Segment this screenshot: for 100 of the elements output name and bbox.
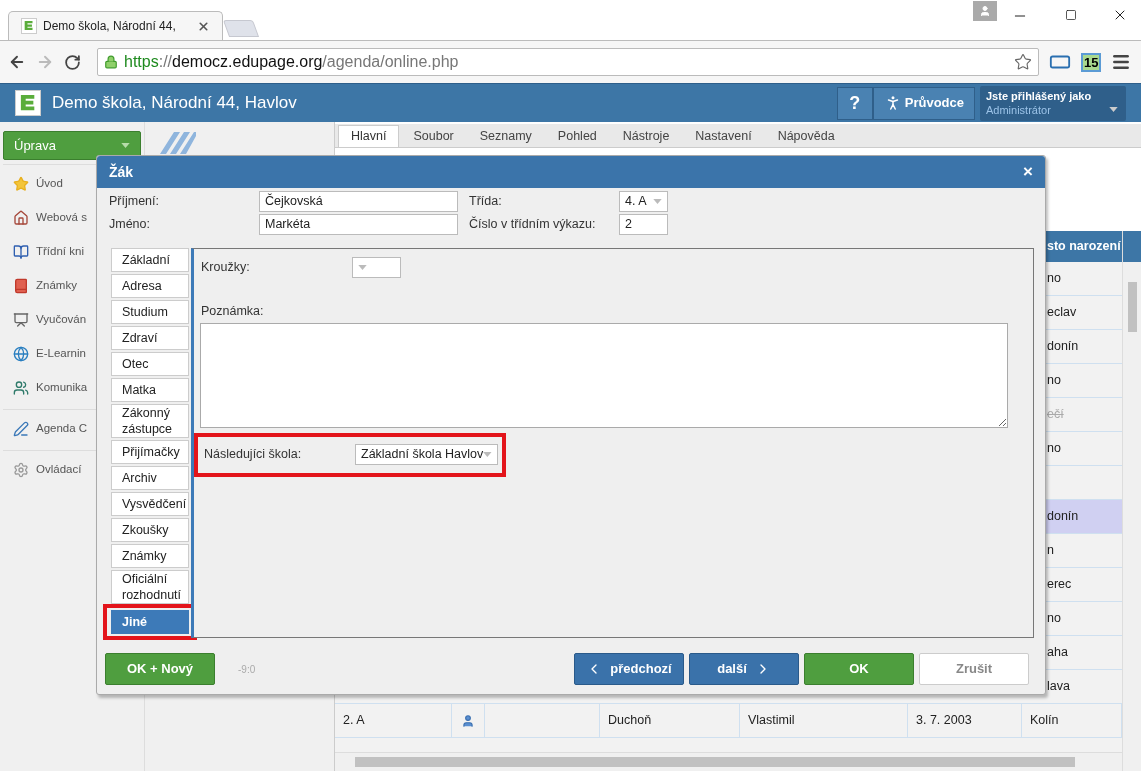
side-tab[interactable]: Známky bbox=[111, 544, 189, 568]
cancel-button[interactable]: Zrušit bbox=[919, 653, 1029, 685]
vertical-scrollbar[interactable] bbox=[1122, 231, 1141, 771]
side-tab[interactable]: Studium bbox=[111, 300, 189, 324]
close-button[interactable]: × bbox=[1023, 159, 1033, 185]
birthplace-cell-text: donín bbox=[1047, 508, 1079, 526]
book-icon bbox=[13, 278, 29, 294]
caret-icon bbox=[483, 452, 492, 458]
caret-icon bbox=[1109, 106, 1118, 112]
column-header[interactable]: sto narození bbox=[1047, 237, 1121, 256]
pen-icon bbox=[13, 421, 29, 437]
url-text: https://democz.edupage.org/agenda/online.php bbox=[124, 52, 460, 72]
field-label: Číslo v třídním výkazu: bbox=[469, 215, 597, 234]
side-tab[interactable]: Vysvědčení bbox=[111, 492, 189, 516]
caret-icon bbox=[358, 265, 367, 270]
browser-tab[interactable]: Demo škola, Národní 44, bbox=[8, 11, 223, 40]
sidebar-item-label: Známky bbox=[36, 278, 77, 294]
person-icon bbox=[979, 5, 991, 17]
extension-badge[interactable]: 15 bbox=[1081, 52, 1102, 72]
field-label: Poznámka: bbox=[201, 303, 265, 320]
surname-field[interactable]: Čejkovská bbox=[259, 191, 458, 212]
birthplace-cell-text: lava bbox=[1047, 678, 1070, 696]
bookmark-star-icon[interactable] bbox=[1014, 53, 1032, 71]
menu-tab[interactable]: Nástroje bbox=[610, 125, 682, 147]
field-label: Jméno: bbox=[109, 216, 151, 234]
birthplace-cell-text: eclav bbox=[1047, 304, 1077, 322]
menu-tab[interactable]: Nastavení bbox=[683, 125, 764, 147]
previous-button[interactable]: předchozí bbox=[574, 653, 684, 685]
gear-icon bbox=[13, 462, 29, 478]
side-tab[interactable]: Zákonný zástupce bbox=[111, 404, 189, 438]
back-icon[interactable] bbox=[8, 53, 26, 71]
class-select[interactable]: 4. A bbox=[619, 191, 668, 212]
birthplace-cell-text: no bbox=[1047, 270, 1061, 288]
logo-icon bbox=[21, 18, 37, 34]
people-icon bbox=[13, 380, 29, 396]
sidebar-item-label: Vyučován bbox=[36, 312, 87, 328]
side-tab[interactable]: Adresa bbox=[111, 274, 189, 298]
side-tab[interactable]: Matka bbox=[111, 378, 189, 402]
class-cell: 2. A bbox=[335, 704, 452, 737]
menu-tab[interactable]: Hlavní bbox=[338, 125, 400, 147]
field-label: Následujíci škola: bbox=[204, 446, 303, 464]
caret-icon bbox=[653, 199, 662, 204]
sidebar-item-label: Ovládací bbox=[36, 462, 82, 478]
lock-icon bbox=[104, 55, 118, 69]
menu-tab[interactable]: Seznamy bbox=[467, 125, 544, 147]
menu-tab[interactable]: Pohled bbox=[545, 125, 609, 147]
sidebar-item-label: Agenda C bbox=[36, 421, 88, 437]
school-title: Demo škola, Národní 44, Havlov bbox=[52, 92, 297, 115]
first-name-field[interactable]: Markéta bbox=[259, 214, 458, 235]
side-tab[interactable]: Otec bbox=[111, 352, 189, 376]
side-tab[interactable]: Oficiální rozhodnutí bbox=[111, 570, 189, 604]
globe-icon bbox=[13, 346, 29, 362]
birthplace-cell-text: erec bbox=[1047, 576, 1072, 594]
tab-title: Demo škola, Národní 44, bbox=[43, 18, 177, 35]
reload-icon[interactable] bbox=[64, 53, 81, 71]
menu-icon[interactable] bbox=[1111, 52, 1132, 72]
birth-date-cell: 3. 7. 2003 bbox=[908, 704, 1022, 737]
birthplace-cell-text: donín bbox=[1047, 338, 1079, 356]
address-field[interactable]: https://democz.edupage.org/agenda/online.php bbox=[97, 48, 1039, 76]
first-name-cell: Vlastimil bbox=[740, 704, 908, 737]
birthplace-cell-text: no bbox=[1047, 440, 1061, 458]
logo-icon bbox=[160, 132, 196, 154]
table-row[interactable]: 2. A Duchoň Vlastimil 3. 7. 2003 Kolín bbox=[335, 704, 1122, 738]
side-tab[interactable]: Archiv bbox=[111, 466, 189, 490]
birthplace-cell-text: ečí bbox=[1047, 406, 1064, 424]
side-tab[interactable]: Zkoušky bbox=[111, 518, 189, 542]
sidebar-item-label: Komunika bbox=[36, 380, 88, 396]
side-tab[interactable]: Zdraví bbox=[111, 326, 189, 350]
maximize-icon[interactable] bbox=[1065, 9, 1077, 21]
number-field[interactable]: 2 bbox=[619, 214, 668, 235]
side-tab[interactable]: Jiné bbox=[111, 610, 189, 634]
close-icon[interactable] bbox=[197, 19, 210, 33]
guide-button[interactable]: Průvodce bbox=[872, 86, 975, 120]
sidebar-item-label: Úvod bbox=[36, 176, 63, 192]
field-label: Třída: bbox=[469, 193, 503, 211]
user-menu[interactable]: Jste přihlášený jako Administrátor bbox=[980, 85, 1126, 121]
sidebar-item-label: Třídní kni bbox=[36, 244, 84, 260]
menu-tab[interactable]: Nápověda bbox=[765, 125, 847, 147]
surname-cell: Duchoň bbox=[600, 704, 740, 737]
note-field[interactable] bbox=[200, 322, 1008, 428]
side-tab[interactable]: Přijímačky bbox=[111, 440, 189, 464]
record-code: -9:0 bbox=[238, 662, 256, 677]
birthplace-cell-text: n bbox=[1047, 542, 1054, 560]
next-button[interactable]: další bbox=[689, 653, 799, 685]
sidebar-item-label: Webová s bbox=[36, 210, 87, 226]
dialog-title: Žák bbox=[109, 162, 134, 182]
next-school-select[interactable]: Základní škola Havlov bbox=[355, 444, 498, 466]
menu-tab[interactable]: Soubor bbox=[401, 125, 466, 147]
birthplace-cell-text: aha bbox=[1047, 644, 1068, 662]
caret-icon bbox=[121, 143, 130, 148]
sidebar-item-label: E-Learnin bbox=[36, 346, 86, 362]
side-tab[interactable]: Základní bbox=[111, 248, 189, 272]
user-caption: Jste přihlášený jako bbox=[986, 89, 1092, 103]
help-button[interactable]: ? bbox=[836, 86, 873, 120]
birthplace-cell-text: no bbox=[1047, 610, 1061, 628]
birthplace-cell-text: no bbox=[1047, 372, 1061, 390]
field-label: Kroužky: bbox=[201, 259, 251, 277]
field-label: Příjmení: bbox=[109, 193, 160, 211]
logo-icon bbox=[15, 90, 41, 116]
user-name: Administrátor bbox=[986, 103, 1051, 117]
